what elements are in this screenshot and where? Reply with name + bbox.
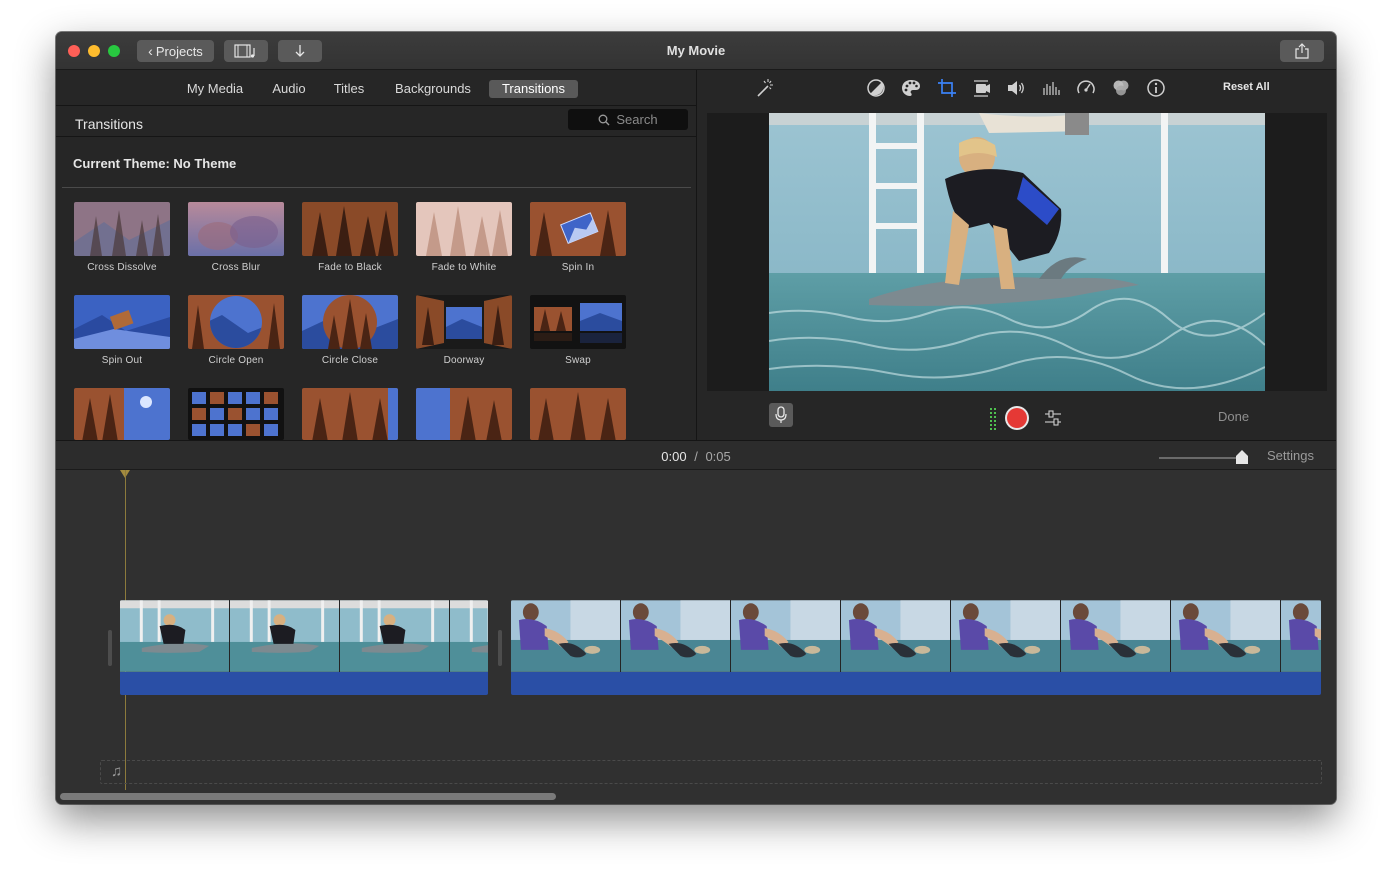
transition-label: Doorway xyxy=(443,355,485,366)
clip-trim-handle[interactable] xyxy=(498,630,502,666)
transition-label: Swap xyxy=(565,355,591,366)
tab-titles[interactable]: Titles xyxy=(328,80,370,98)
divider xyxy=(62,187,691,188)
clip-frame xyxy=(120,600,230,672)
video-clip-2[interactable] xyxy=(511,600,1321,695)
transition-thumb[interactable] xyxy=(302,388,398,440)
transition-thumb-cross-dissolve[interactable] xyxy=(74,202,170,256)
transition-thumb-spin-in[interactable] xyxy=(530,202,626,256)
transition-thumb-cross-blur[interactable] xyxy=(188,202,284,256)
clip-audio-waveform xyxy=(511,672,1321,695)
horizontal-scrollbar[interactable] xyxy=(60,793,556,800)
current-theme-label: Current Theme: No Theme xyxy=(73,156,237,171)
transition-label: Spin In xyxy=(561,262,595,273)
title-bar: ‹ Projects My Movie xyxy=(56,32,1336,70)
tab-audio[interactable]: Audio xyxy=(266,80,312,98)
clip-frame xyxy=(621,600,731,672)
clip-filmstrip xyxy=(511,600,1321,672)
magic-wand-icon[interactable] xyxy=(754,78,774,98)
transition-label: Cross Dissolve xyxy=(87,262,157,273)
transition-thumb-fade-to-white[interactable] xyxy=(416,202,512,256)
speed-icon[interactable] xyxy=(1076,78,1096,98)
transition-label: Fade to White xyxy=(431,262,497,273)
transition-label: Fade to Black xyxy=(318,262,382,273)
volume-icon[interactable] xyxy=(1006,78,1026,98)
window-title: My Movie xyxy=(666,43,726,58)
transition-thumb[interactable] xyxy=(416,388,512,440)
clip-filter-icon[interactable] xyxy=(1111,78,1131,98)
total-time: 0:05 xyxy=(705,449,731,464)
search-placeholder: Search xyxy=(616,112,658,127)
voiceover-button[interactable] xyxy=(769,403,793,427)
video-clip-1[interactable] xyxy=(120,600,488,695)
divider xyxy=(56,136,697,137)
clip-frame xyxy=(511,600,621,672)
clip-frame xyxy=(1281,600,1321,672)
video-preview xyxy=(769,113,1265,391)
clip-frame xyxy=(340,600,450,672)
stabilization-icon[interactable] xyxy=(972,78,992,98)
equalizer-icon[interactable] xyxy=(1041,78,1061,98)
search-field[interactable]: Search xyxy=(568,109,688,130)
audio-level-meter xyxy=(990,408,996,430)
transition-label: Spin Out xyxy=(101,355,143,366)
clip-frame xyxy=(230,600,340,672)
record-button[interactable] xyxy=(1005,406,1029,430)
reset-all-button[interactable]: Reset All xyxy=(1223,81,1270,93)
current-time: 0:00 xyxy=(661,449,687,464)
clip-frame xyxy=(1171,600,1281,672)
share-button[interactable] xyxy=(1280,40,1324,62)
transition-thumb-spin-out[interactable] xyxy=(74,295,170,349)
tab-backgrounds[interactable]: Backgrounds xyxy=(390,80,476,98)
transition-thumb[interactable] xyxy=(74,388,170,440)
clip-frame xyxy=(1061,600,1171,672)
tab-transitions[interactable]: Transitions xyxy=(489,80,578,98)
timecode: 0:00 / 0:05 xyxy=(56,449,1336,464)
transition-thumb[interactable] xyxy=(530,388,626,440)
transition-thumb[interactable] xyxy=(188,388,284,440)
microphone-icon xyxy=(775,406,787,423)
info-icon[interactable] xyxy=(1146,78,1166,98)
timeline-settings-button[interactable]: Settings xyxy=(1267,448,1314,463)
clip-frame xyxy=(450,600,488,672)
music-note-icon: ♫ xyxy=(111,763,123,780)
transition-thumb-doorway[interactable] xyxy=(416,295,512,349)
record-icon xyxy=(1007,408,1027,428)
time-separator: / xyxy=(694,449,698,464)
clip-audio-waveform xyxy=(120,672,488,695)
transition-thumb-fade-to-black[interactable] xyxy=(302,202,398,256)
color-balance-icon[interactable] xyxy=(866,78,886,98)
imovie-window: ‹ Projects My Movie My Media Audio Title… xyxy=(56,32,1336,804)
background-music-well[interactable]: ♫ xyxy=(100,760,1322,784)
transition-label: Cross Blur xyxy=(211,262,261,273)
clip-trim-handle[interactable] xyxy=(108,630,112,666)
browser-tabs: My Media Audio Titles Backgrounds Transi… xyxy=(56,70,697,106)
search-icon xyxy=(598,114,610,125)
share-icon xyxy=(1295,43,1309,59)
tab-my-media[interactable]: My Media xyxy=(182,80,248,98)
color-palette-icon[interactable] xyxy=(901,78,921,98)
transition-thumb-circle-close[interactable] xyxy=(302,295,398,349)
zoom-slider-track[interactable] xyxy=(1159,457,1243,459)
transition-thumb-swap[interactable] xyxy=(530,295,626,349)
clip-frame xyxy=(951,600,1061,672)
transition-label: Circle Close xyxy=(321,355,379,366)
done-button[interactable]: Done xyxy=(1218,409,1249,424)
transition-thumb-circle-open[interactable] xyxy=(188,295,284,349)
clip-frame xyxy=(731,600,841,672)
clip-filmstrip xyxy=(120,600,488,672)
crop-icon[interactable] xyxy=(937,78,957,98)
zoom-slider-thumb[interactable] xyxy=(1236,450,1248,464)
section-title: Transitions xyxy=(75,116,143,132)
viewer-panel: Reset All Done xyxy=(697,70,1336,440)
clip-frame xyxy=(841,600,951,672)
timeline-header: 0:00 / 0:05 Settings xyxy=(56,440,1336,470)
content-browser: My Media Audio Titles Backgrounds Transi… xyxy=(56,70,697,440)
voiceover-options-icon[interactable] xyxy=(1044,410,1062,426)
timeline[interactable]: ♫ xyxy=(56,470,1336,804)
transition-label: Circle Open xyxy=(208,355,264,366)
